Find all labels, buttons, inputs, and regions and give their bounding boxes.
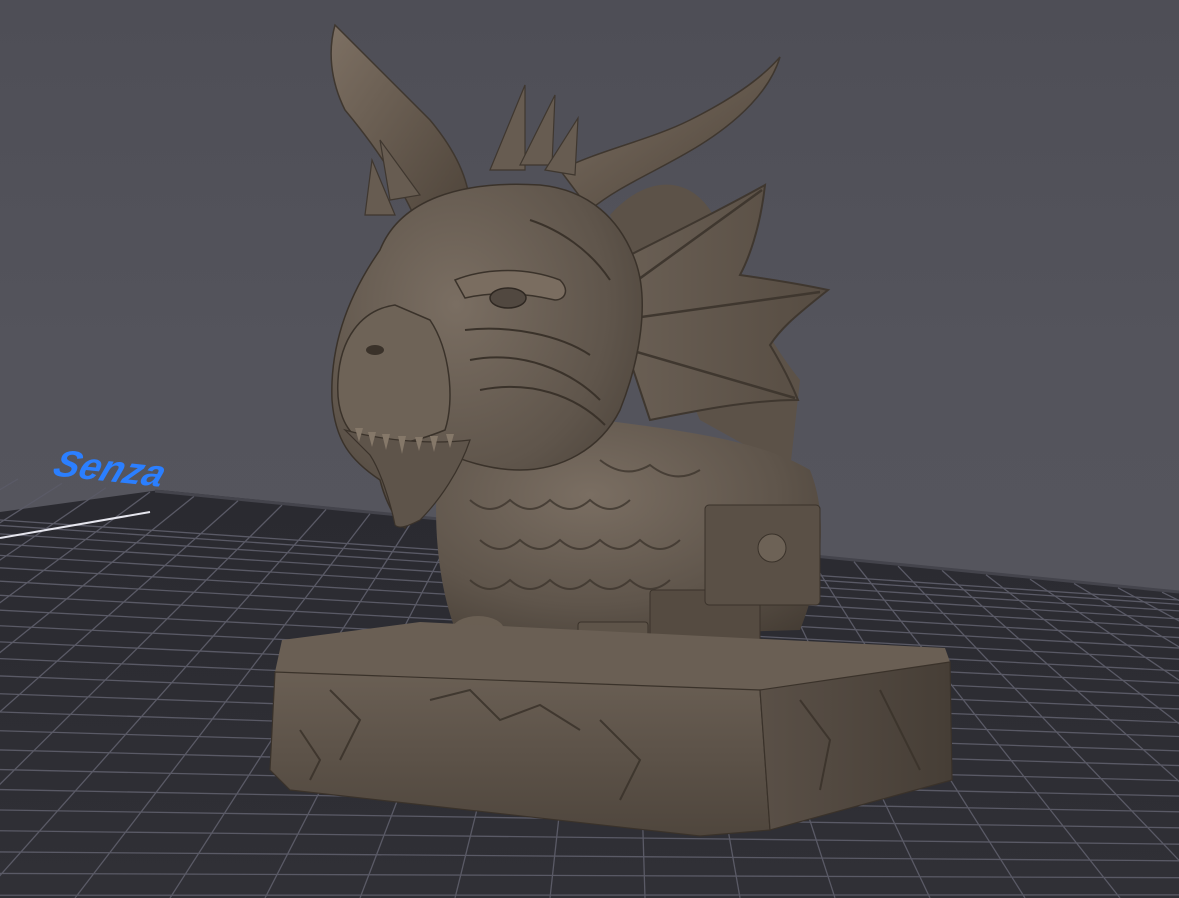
- model-nostril: [366, 345, 384, 355]
- dragon-bust-model[interactable]: [269, 23, 953, 837]
- scene-canvas[interactable]: Senza: [0, 0, 1179, 898]
- 3d-viewport[interactable]: Senza: [0, 0, 1179, 898]
- build-plate-label: Senza: [48, 443, 172, 495]
- model-eye: [489, 287, 527, 309]
